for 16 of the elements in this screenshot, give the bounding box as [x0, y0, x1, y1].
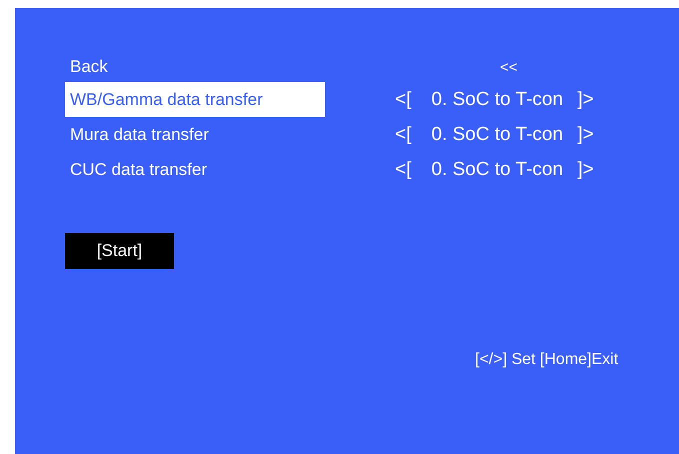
left-bracket: <[ [395, 124, 412, 146]
right-bracket: ]> [577, 158, 594, 180]
option-value: 0. SoC to T-con [430, 158, 564, 180]
back-menu-item[interactable]: Back [65, 52, 325, 82]
right-bracket: ]> [577, 88, 594, 110]
menu-item[interactable]: CUC data transfer [65, 152, 325, 187]
help-text: [</>] Set [Home]Exit [475, 351, 618, 368]
menu-item[interactable]: WB/Gamma data transfer [65, 82, 325, 117]
option-value: 0. SoC to T-con [430, 88, 564, 110]
back-arrows: << [500, 58, 518, 76]
menu-item[interactable]: Mura data transfer [65, 117, 325, 152]
left-bracket: <[ [395, 158, 412, 180]
left-bracket: <[ [395, 88, 412, 110]
right-bracket: ]> [577, 124, 594, 146]
start-button[interactable]: [Start] [65, 233, 174, 269]
option-value: 0. SoC to T-con [430, 124, 564, 146]
